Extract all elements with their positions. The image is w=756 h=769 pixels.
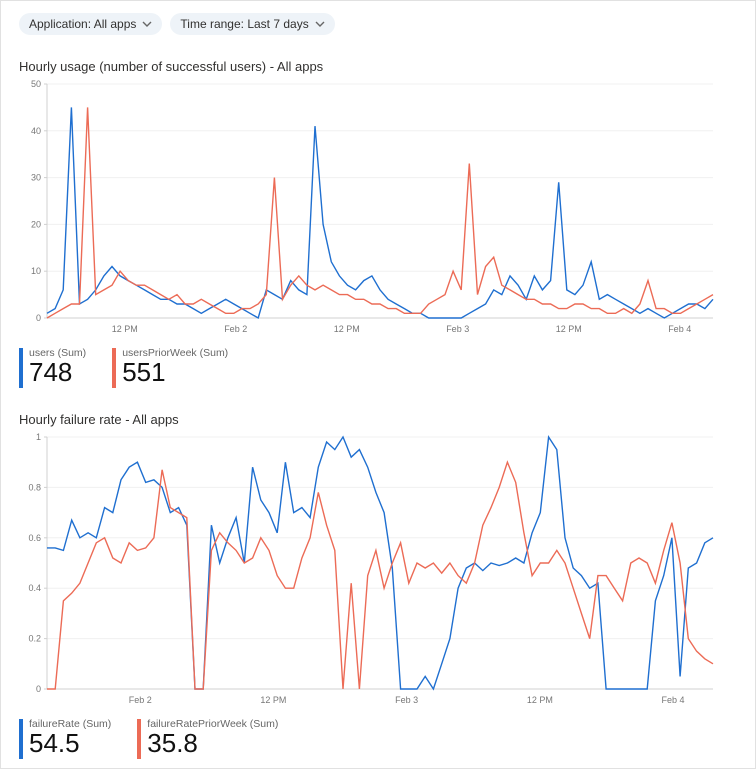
svg-text:12 PM: 12 PM xyxy=(334,324,360,334)
svg-text:10: 10 xyxy=(31,266,41,276)
filters-bar: Application: All apps Time range: Last 7… xyxy=(19,13,737,35)
svg-text:0.2: 0.2 xyxy=(28,634,41,644)
filter-application[interactable]: Application: All apps xyxy=(19,13,162,35)
svg-text:0.6: 0.6 xyxy=(28,533,41,543)
legend-item-rate-prior[interactable]: failureRatePriorWeek (Sum) 35.8 xyxy=(137,719,278,759)
svg-text:1: 1 xyxy=(36,432,41,442)
filter-timerange[interactable]: Time range: Last 7 days xyxy=(170,13,334,35)
svg-text:0: 0 xyxy=(36,313,41,323)
svg-text:12 PM: 12 PM xyxy=(556,324,582,334)
svg-text:Feb 4: Feb 4 xyxy=(668,324,691,334)
chart-title: Hourly usage (number of successful users… xyxy=(19,59,737,74)
svg-text:50: 50 xyxy=(31,79,41,89)
svg-text:Feb 2: Feb 2 xyxy=(224,324,247,334)
legend-value: 35.8 xyxy=(147,730,278,757)
svg-text:0.8: 0.8 xyxy=(28,482,41,492)
filter-application-label: Application: All apps xyxy=(29,17,136,31)
svg-text:0.4: 0.4 xyxy=(28,583,41,593)
svg-text:40: 40 xyxy=(31,126,41,136)
chart-usage[interactable]: 0 10 20 30 40 50 12 PM Feb 2 12 PM Feb 3 12 PM Feb … xyxy=(19,78,737,338)
legend-item-rate[interactable]: failureRate (Sum) 54.5 xyxy=(19,719,111,759)
chart-usage-legend: users (Sum) 748 usersPriorWeek (Sum) 551 xyxy=(19,348,737,388)
chart-panel-failure: Hourly failure rate - All apps 0 0.2 0.4 0.… xyxy=(19,412,737,759)
legend-color-bar xyxy=(112,348,116,388)
chart-title: Hourly failure rate - All apps xyxy=(19,412,737,427)
svg-text:Feb 2: Feb 2 xyxy=(129,695,152,705)
svg-text:Feb 3: Feb 3 xyxy=(395,695,418,705)
svg-text:0: 0 xyxy=(36,684,41,694)
svg-text:30: 30 xyxy=(31,173,41,183)
legend-value: 748 xyxy=(29,359,86,386)
chart-panel-usage: Hourly usage (number of successful users… xyxy=(19,59,737,388)
legend-value: 54.5 xyxy=(29,730,111,757)
legend-color-bar xyxy=(137,719,141,759)
svg-text:12 PM: 12 PM xyxy=(112,324,138,334)
svg-text:12 PM: 12 PM xyxy=(527,695,553,705)
svg-text:Feb 4: Feb 4 xyxy=(662,695,685,705)
legend-item-users-prior[interactable]: usersPriorWeek (Sum) 551 xyxy=(112,348,228,388)
svg-text:12 PM: 12 PM xyxy=(260,695,286,705)
legend-color-bar xyxy=(19,719,23,759)
legend-value: 551 xyxy=(122,359,228,386)
dashboard-page: Application: All apps Time range: Last 7… xyxy=(0,0,756,769)
legend-item-users[interactable]: users (Sum) 748 xyxy=(19,348,86,388)
filter-timerange-label: Time range: Last 7 days xyxy=(180,17,308,31)
svg-text:Feb 3: Feb 3 xyxy=(446,324,469,334)
chart-failure-legend: failureRate (Sum) 54.5 failureRatePriorW… xyxy=(19,719,737,759)
chevron-down-icon xyxy=(315,19,325,29)
svg-text:20: 20 xyxy=(31,219,41,229)
legend-color-bar xyxy=(19,348,23,388)
chart-failure[interactable]: 0 0.2 0.4 0.6 0.8 1 Feb 2 12 PM Feb 3 12 PM Feb 4 xyxy=(19,431,737,709)
chevron-down-icon xyxy=(142,19,152,29)
